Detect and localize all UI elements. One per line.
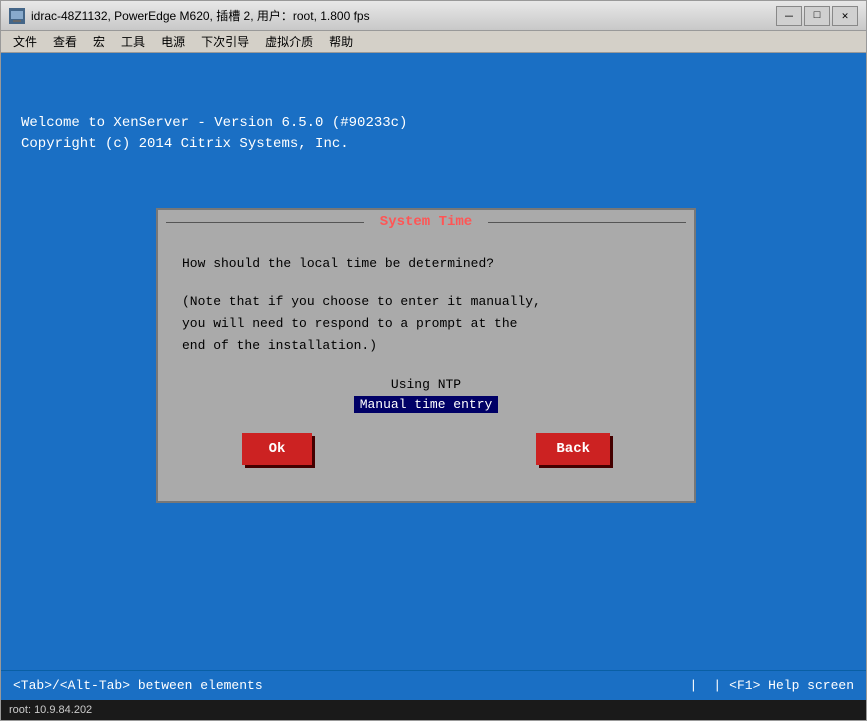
status-separator-1: | (690, 678, 698, 693)
window-controls: － □ ✕ (776, 6, 858, 26)
dialog-content: How should the local time be determined?… (158, 238, 694, 501)
dialog-title: System Time (380, 214, 472, 230)
option-ntp[interactable]: Using NTP (182, 377, 670, 392)
menu-view[interactable]: 查看 (45, 31, 85, 52)
status-left-text: <Tab>/<Alt-Tab> between elements (13, 678, 682, 693)
menu-help[interactable]: 帮助 (321, 31, 361, 52)
dialog-title-bar: System Time (158, 210, 694, 238)
menu-macro[interactable]: 宏 (85, 31, 113, 52)
close-button[interactable]: ✕ (832, 6, 858, 26)
status-right-text: <F1> Help screen (729, 678, 854, 693)
caption-text: root: 10.9.84.202 (9, 704, 92, 716)
window-title: idrac-48Z1132, PowerEdge M620, 插槽 2, 用户：… (31, 7, 776, 24)
minimize-button[interactable]: － (776, 6, 802, 26)
menu-virtual-media[interactable]: 虚拟介质 (257, 31, 321, 52)
menu-tools[interactable]: 工具 (113, 31, 153, 52)
title-bar: idrac-48Z1132, PowerEdge M620, 插槽 2, 用户：… (1, 1, 866, 31)
menu-file[interactable]: 文件 (5, 31, 45, 52)
welcome-line1: Welcome to XenServer - Version 6.5.0 (#9… (21, 115, 407, 131)
dialog-title-line: System Time (158, 214, 694, 230)
status-bar: <Tab>/<Alt-Tab> between elements | | <F1… (1, 670, 866, 700)
dialog-options: Using NTP Manual time entry (182, 377, 670, 413)
dialog-buttons: Ok Back (182, 433, 670, 485)
dialog-note-line2: you will need to respond to a prompt at … (182, 316, 517, 331)
menu-power[interactable]: 电源 (153, 31, 193, 52)
window-icon (9, 8, 25, 24)
ok-button[interactable]: Ok (242, 433, 312, 465)
caption-bar: root: 10.9.84.202 (1, 700, 866, 720)
dialog-note-line3: end of the installation.) (182, 338, 377, 353)
system-time-dialog: System Time How should the local time be… (156, 208, 696, 503)
maximize-button[interactable]: □ (804, 6, 830, 26)
dialog-note: (Note that if you choose to enter it man… (182, 291, 670, 357)
back-button[interactable]: Back (536, 433, 610, 465)
menu-bar: 文件 查看 宏 工具 电源 下次引导 虚拟介质 帮助 (1, 31, 866, 53)
dialog-question: How should the local time be determined? (182, 254, 670, 275)
main-window: idrac-48Z1132, PowerEdge M620, 插槽 2, 用户：… (0, 0, 867, 721)
welcome-line2: Copyright (c) 2014 Citrix Systems, Inc. (21, 136, 349, 152)
status-separator-2: | (713, 678, 721, 693)
welcome-text: Welcome to XenServer - Version 6.5.0 (#9… (21, 113, 407, 155)
blue-background: Welcome to XenServer - Version 6.5.0 (#9… (1, 53, 866, 700)
remote-screen: Welcome to XenServer - Version 6.5.0 (#9… (1, 53, 866, 700)
option-manual[interactable]: Manual time entry (354, 396, 499, 413)
menu-next-boot[interactable]: 下次引导 (193, 31, 257, 52)
dialog-note-line1: (Note that if you choose to enter it man… (182, 294, 541, 309)
